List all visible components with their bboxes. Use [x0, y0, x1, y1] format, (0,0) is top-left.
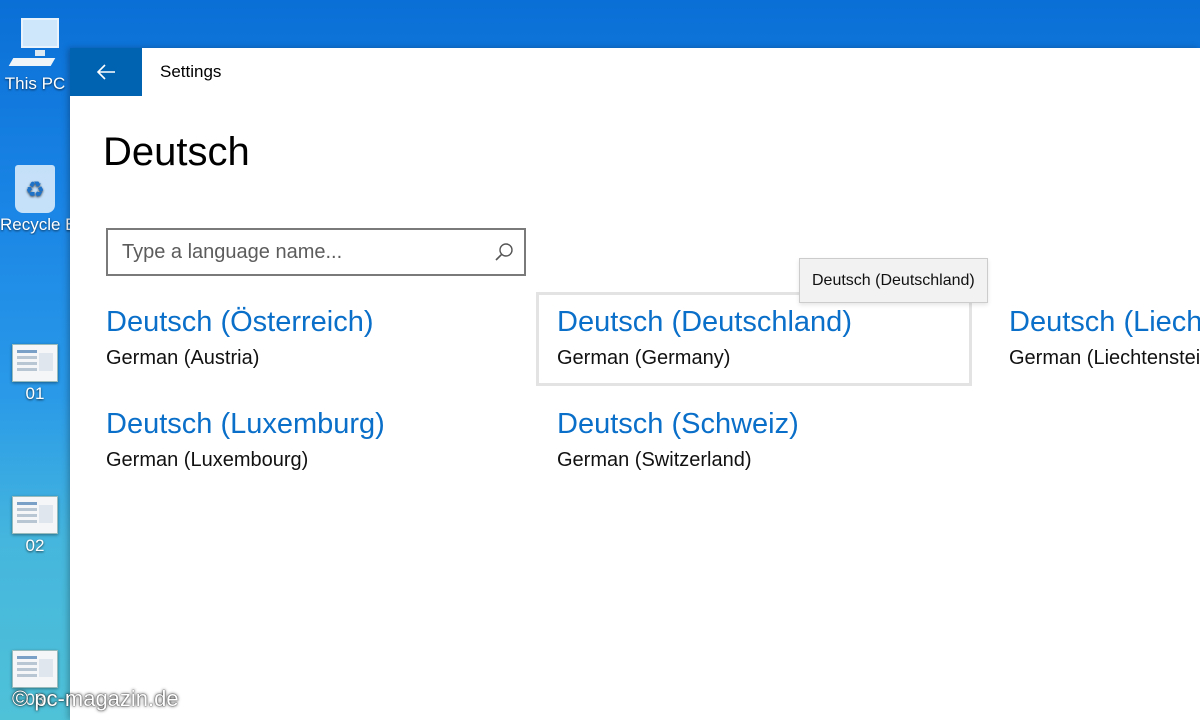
window-title: Settings [160, 62, 222, 81]
tooltip: Deutsch (Deutschland) [799, 258, 988, 303]
screenshot-thumbnail [12, 496, 58, 534]
arrow-left-icon [96, 64, 115, 80]
language-name: Deutsch (Luxemburg) [106, 408, 385, 440]
language-option-liechtenstein[interactable]: Deutsch (Liechtenstein) German (Liechten… [1009, 292, 1200, 386]
screenshot-thumbnail [12, 344, 58, 382]
language-name: Deutsch (Schweiz) [557, 408, 799, 440]
title-bar: Settings [70, 48, 1200, 96]
search-icon[interactable] [494, 242, 514, 262]
language-option-switzerland[interactable]: Deutsch (Schweiz) German (Switzerland) [557, 394, 993, 488]
language-name: Deutsch (Liechtenstein) [1009, 306, 1200, 338]
language-name: Deutsch (Österreich) [106, 306, 374, 338]
language-option-germany[interactable]: Deutsch (Deutschland) German (Germany) [536, 292, 972, 386]
settings-window: Settings Deutsch Deutsch (Österreich) Ge… [70, 48, 1200, 720]
language-english-name: German (Austria) [106, 347, 260, 369]
desktop-icon-label: Recycle Bin [0, 215, 70, 234]
recycle-bin-icon [15, 165, 55, 213]
desktop-icon-02[interactable]: 02 [0, 496, 70, 556]
screenshot-thumbnail [12, 650, 58, 688]
back-button[interactable] [70, 48, 142, 96]
search-box[interactable] [106, 228, 526, 276]
language-name: Deutsch (Deutschland) [557, 306, 852, 338]
language-option-luxembourg[interactable]: Deutsch (Luxemburg) German (Luxembourg) [106, 394, 542, 488]
page-title: Deutsch [103, 130, 250, 174]
desktop-icon-recycle-bin[interactable]: Recycle Bin [0, 165, 70, 235]
language-english-name: German (Germany) [557, 347, 731, 369]
desktop-icon-this-pc[interactable]: This PC [0, 14, 70, 94]
computer-icon [7, 14, 63, 72]
language-english-name: German (Luxembourg) [106, 449, 309, 471]
language-option-austria[interactable]: Deutsch (Österreich) German (Austria) [106, 292, 542, 386]
language-english-name: German (Liechtenstein) [1009, 347, 1200, 369]
desktop-icon-01[interactable]: 01 [0, 344, 70, 404]
desktop-icon-label: This PC [4, 74, 66, 93]
desktop-icon-label: 02 [25, 536, 45, 555]
search-input[interactable] [122, 239, 482, 265]
watermark: © pc-magazin.de [12, 686, 179, 711]
desktop-icon-label: 01 [25, 384, 45, 403]
language-english-name: German (Switzerland) [557, 449, 752, 471]
